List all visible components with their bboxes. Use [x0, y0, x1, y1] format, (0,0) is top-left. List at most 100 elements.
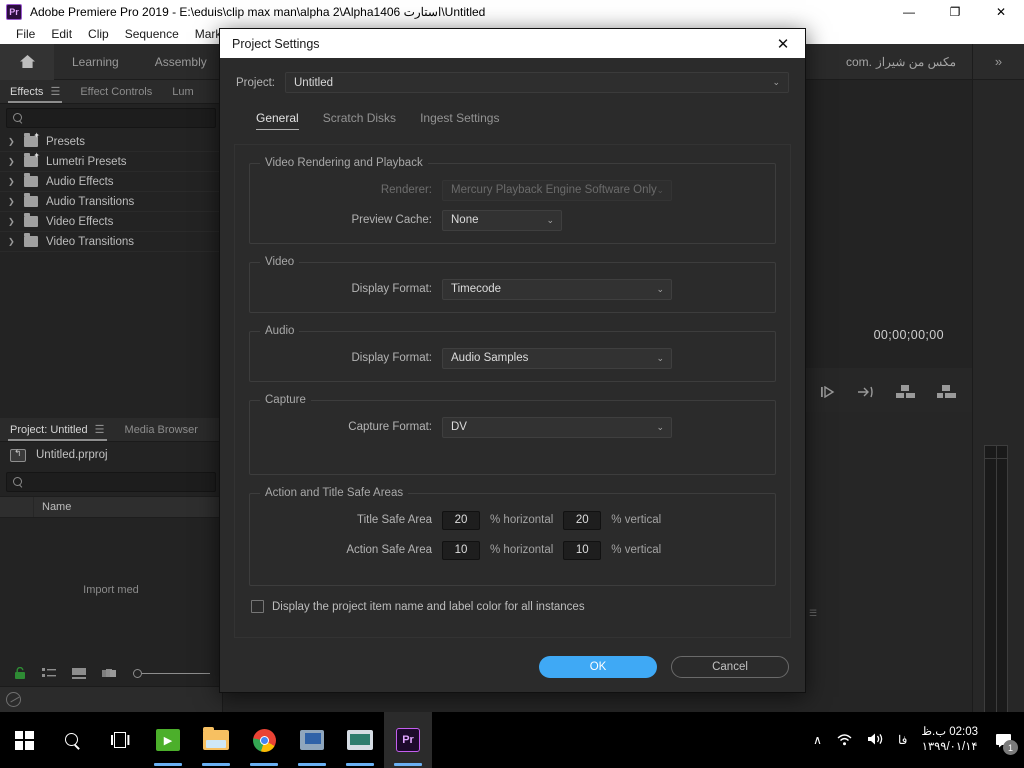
renderer-row: Renderer: Mercury Playback Engine Softwa… [260, 177, 765, 203]
group-audio: Audio Display Format: Audio Samples ⌄ [249, 325, 776, 382]
title-safe-horizontal-input[interactable]: 20 [442, 510, 480, 530]
taskbar: ▶ Pr ∧ فا 02:03 ب.ظ ۱۳۹۹/۰۱/۱۴ 1 [0, 712, 1024, 768]
app-running-indicator [346, 763, 374, 766]
app-running-indicator [202, 763, 230, 766]
group-video-rendering: Video Rendering and Playback Renderer: M… [249, 157, 776, 244]
audio-display-format-label: Display Format: [351, 352, 432, 364]
capture-format-label: Capture Format: [348, 421, 432, 433]
close-icon[interactable]: ✕ [761, 29, 805, 58]
video-display-format-label: Display Format: [351, 283, 432, 295]
capture-format-select[interactable]: DV ⌄ [442, 416, 672, 438]
group-video: Video Display Format: Timecode ⌄ [249, 256, 776, 313]
chevron-down-icon: ⌄ [656, 352, 664, 363]
title-safe-vertical-input[interactable]: 20 [563, 510, 602, 530]
title-safe-row: Title Safe Area 20 % horizontal 20 % ver… [260, 507, 765, 533]
project-select-value: Untitled [294, 76, 333, 89]
dialog-body: Project: Untitled ⌄ General Scratch Disk… [220, 58, 805, 692]
project-select[interactable]: Untitled ⌄ [285, 72, 789, 93]
volume-icon[interactable] [867, 732, 884, 749]
group-audio-legend: Audio [265, 325, 295, 337]
cancel-button[interactable]: Cancel [671, 656, 789, 678]
screen: Pr Adobe Premiere Pro 2019 - E:\eduis\cl… [0, 0, 1024, 768]
preview-cache-row: Preview Cache: None ⌄ [260, 207, 765, 233]
title-safe-label: Title Safe Area [356, 514, 432, 526]
monitor-icon [347, 730, 373, 750]
project-settings-dialog: Project Settings ✕ Project: Untitled ⌄ G… [219, 28, 806, 693]
taskbar-app-premiere[interactable]: Pr [384, 712, 432, 768]
taskbar-app-chrome[interactable] [240, 712, 288, 768]
action-safe-label: Action Safe Area [346, 544, 432, 556]
group-safe-areas: Action and Title Safe Areas Title Safe A… [249, 487, 776, 586]
group-video-rendering-legend: Video Rendering and Playback [265, 157, 423, 169]
video-display-format-value: Timecode [451, 283, 502, 295]
unit-vertical: % vertical [611, 544, 662, 556]
app-running-indicator [250, 763, 278, 766]
dialog-buttons: OK Cancel [539, 656, 789, 678]
dialog-title-bar: Project Settings ✕ [220, 29, 805, 58]
chevron-down-icon: ⌄ [656, 283, 664, 294]
taskbar-app-media-player[interactable]: ▶ [144, 712, 192, 768]
clock[interactable]: 02:03 ب.ظ ۱۳۹۹/۰۱/۱۴ [921, 725, 978, 755]
app-running-indicator [394, 763, 422, 766]
search-icon [64, 732, 81, 749]
taskbar-app-monitor[interactable] [336, 712, 384, 768]
chevron-down-icon: ⌄ [656, 184, 664, 195]
display-project-item-name-label: Display the project item name and label … [272, 600, 585, 613]
start-button[interactable] [0, 712, 48, 768]
media-player-icon: ▶ [156, 729, 180, 751]
video-display-format-select[interactable]: Timecode ⌄ [442, 278, 672, 300]
premiere-icon: Pr [396, 728, 420, 752]
windows-icon [14, 730, 34, 750]
audio-display-format-select[interactable]: Audio Samples ⌄ [442, 347, 672, 369]
ok-button[interactable]: OK [539, 656, 657, 678]
taskbar-search-button[interactable] [48, 712, 96, 768]
chevron-down-icon: ⌄ [546, 214, 554, 225]
project-select-label: Project: [236, 76, 275, 89]
tab-ingest-settings[interactable]: Ingest Settings [420, 111, 499, 130]
unit-vertical: % vertical [611, 514, 662, 526]
dialog-tabs: General Scratch Disks Ingest Settings [220, 93, 805, 130]
group-capture-legend: Capture [265, 394, 306, 406]
project-select-row: Project: Untitled ⌄ [220, 58, 805, 93]
video-display-format-row: Display Format: Timecode ⌄ [260, 276, 765, 302]
action-safe-horizontal-input[interactable]: 10 [442, 540, 480, 560]
chevron-down-icon: ⌄ [656, 421, 664, 432]
wifi-icon[interactable] [836, 732, 853, 749]
unit-horizontal: % horizontal [490, 514, 554, 526]
unit-horizontal: % horizontal [490, 544, 554, 556]
display-project-item-name-row[interactable]: Display the project item name and label … [251, 600, 776, 613]
renderer-value: Mercury Playback Engine Software Only [451, 184, 657, 196]
renderer-label: Renderer: [380, 184, 432, 196]
notifications-icon[interactable]: 1 [992, 729, 1018, 755]
audio-display-format-value: Audio Samples [451, 352, 529, 364]
chevron-down-icon: ⌄ [772, 77, 780, 87]
preview-cache-label: Preview Cache: [351, 214, 432, 226]
action-safe-row: Action Safe Area 10 % horizontal 10 % ve… [260, 537, 765, 563]
computer-icon [300, 730, 324, 750]
renderer-select: Mercury Playback Engine Software Only ⌄ [442, 179, 672, 201]
clock-date: ۱۳۹۹/۰۱/۱۴ [921, 741, 978, 753]
general-tab-content: Video Rendering and Playback Renderer: M… [234, 144, 791, 638]
group-video-legend: Video [265, 256, 295, 268]
action-safe-vertical-input[interactable]: 10 [563, 540, 602, 560]
taskbar-app-computer[interactable] [288, 712, 336, 768]
tab-general[interactable]: General [256, 111, 299, 130]
group-safe-areas-legend: Action and Title Safe Areas [265, 487, 404, 499]
capture-format-row: Capture Format: DV ⌄ [260, 414, 765, 440]
app-running-indicator [154, 763, 182, 766]
language-indicator[interactable]: فا [898, 733, 907, 747]
tray-expand-icon[interactable]: ∧ [813, 733, 822, 747]
folder-icon [203, 727, 229, 750]
system-tray: ∧ فا 02:03 ب.ظ ۱۳۹۹/۰۱/۱۴ 1 [813, 725, 1024, 755]
app-running-indicator [298, 763, 326, 766]
task-view-button[interactable] [96, 712, 144, 768]
taskbar-app-file-explorer[interactable] [192, 712, 240, 768]
dialog-title: Project Settings [232, 36, 320, 51]
audio-display-format-row: Display Format: Audio Samples ⌄ [260, 345, 765, 371]
preview-cache-value: None [451, 214, 479, 226]
capture-format-value: DV [451, 421, 467, 433]
display-project-item-name-checkbox[interactable] [251, 600, 264, 613]
preview-cache-select[interactable]: None ⌄ [442, 209, 562, 231]
tab-scratch-disks[interactable]: Scratch Disks [323, 111, 396, 130]
task-view-icon [111, 732, 129, 748]
